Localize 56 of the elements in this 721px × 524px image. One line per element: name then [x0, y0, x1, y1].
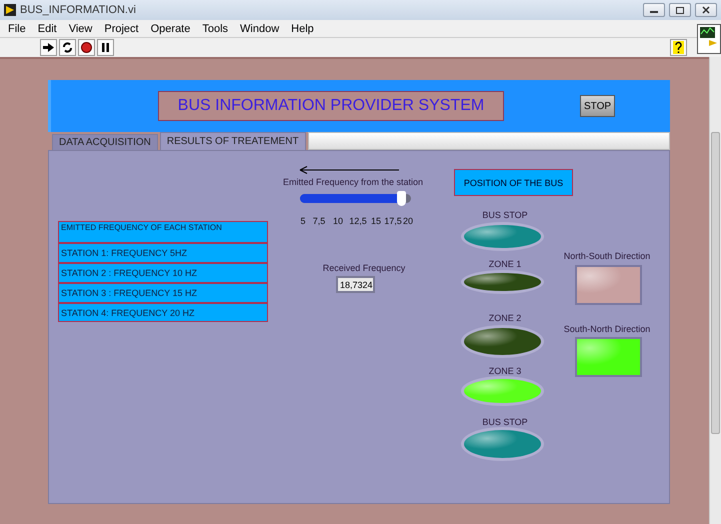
window-title: BUS_INFORMATION.vi — [20, 4, 137, 16]
led-label: BUS STOP — [482, 417, 528, 427]
table-cell: STATION 4: FREQUENCY 20 HZ — [58, 303, 268, 322]
stop-icon — [81, 42, 92, 53]
arrow-icon — [299, 165, 401, 175]
table-header: EMITTED FREQUENCY OF EACH STATION — [58, 221, 268, 243]
help-button[interactable] — [670, 39, 687, 56]
maximize-button[interactable] — [669, 3, 691, 17]
table-cell: STATION 2 : FREQUENCY 10 HZ — [58, 263, 268, 283]
tick-label: 7,5 — [312, 216, 326, 226]
number-field: 18,7324 — [336, 276, 375, 293]
run-button[interactable] — [40, 39, 57, 56]
run-continuously-button[interactable] — [59, 39, 76, 56]
minimize-button[interactable] — [643, 3, 665, 17]
led-label: ZONE 3 — [488, 366, 522, 376]
menu-item[interactable]: Operate — [150, 22, 190, 34]
tick-label: 17,5 — [384, 216, 402, 226]
close-button[interactable] — [695, 3, 717, 17]
tick-label: 20 — [403, 216, 413, 226]
abort-button[interactable] — [78, 39, 95, 56]
tab[interactable]: DATA ACQUISITION — [52, 134, 158, 150]
indicator-label: South-North Direction — [564, 324, 650, 334]
led-label: ZONE 2 — [488, 313, 522, 323]
menu-item[interactable]: Help — [291, 22, 314, 34]
menu-item[interactable]: View — [68, 22, 92, 34]
table-cell: STATION 3 : FREQUENCY 15 HZ — [58, 283, 268, 303]
indicator-label: North-South Direction — [564, 251, 650, 261]
slider-label: Emitted Frequency from the station — [282, 177, 424, 187]
menu-item[interactable]: Edit — [38, 22, 57, 34]
tick-label: 10 — [333, 216, 343, 226]
close-icon — [702, 6, 710, 14]
frequency-slider[interactable] — [300, 194, 411, 203]
table-cell: STATION 1: FREQUENCY 5HZ — [58, 243, 268, 263]
panel-title: BUS INFORMATION PROVIDER SYSTEM — [158, 91, 504, 121]
menu-item[interactable]: Project — [104, 22, 139, 34]
tick-label: 5 — [300, 216, 306, 226]
position-title: POSITION OF THE BUS — [454, 169, 573, 196]
help-icon — [673, 41, 684, 54]
app-icon — [4, 4, 16, 16]
menu-item[interactable]: Window — [240, 22, 280, 34]
menu-item[interactable]: Tools — [202, 22, 228, 34]
led-label: BUS STOP — [482, 210, 528, 220]
loop-icon — [62, 42, 73, 53]
field-label: Received Frequency — [322, 263, 406, 273]
stop-button[interactable]: STOP — [580, 95, 615, 117]
arrow-icon — [43, 43, 54, 52]
led-label: ZONE 1 — [488, 259, 522, 269]
tick-label: 12,5 — [349, 216, 367, 226]
tick-label: 15 — [371, 216, 381, 226]
pause-icon — [101, 43, 110, 52]
maximize-icon — [676, 6, 684, 14]
scrollbar-thumb[interactable] — [711, 132, 720, 434]
menu-item[interactable]: File — [8, 22, 26, 34]
tab[interactable]: RESULTS OF TREATEMENT — [160, 132, 306, 150]
vi-icon[interactable] — [697, 24, 721, 54]
pause-button[interactable] — [97, 39, 114, 56]
